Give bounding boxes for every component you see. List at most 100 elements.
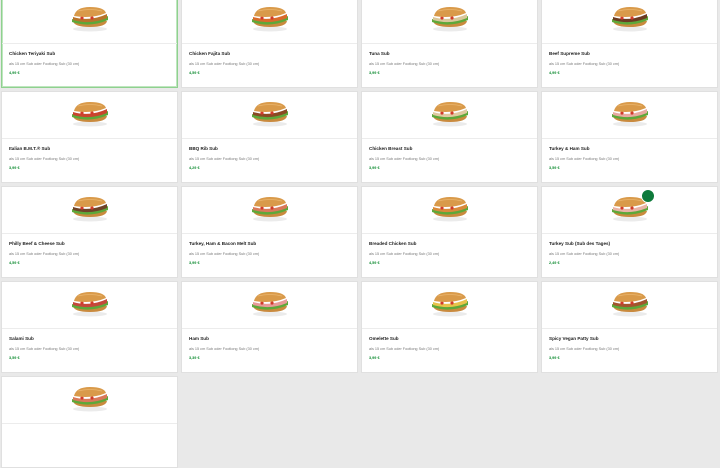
product-grid: Chicken Teriyaki Sub als 15 cm Sub oder F… (0, 0, 720, 468)
sandwich-image (71, 196, 108, 221)
product-image[interactable] (182, 282, 357, 329)
product-card[interactable]: Spicy Vegan Patty Sub als 15 cm Sub oder … (541, 281, 718, 373)
product-info: BBQ Rib Sub als 15 cm Sub oder Footlong S… (182, 139, 357, 171)
product-description: als 15 cm Sub oder Footlong Sub (30 cm) (549, 347, 620, 351)
product-image[interactable] (362, 282, 537, 329)
product-name: Salami Sub (9, 336, 34, 341)
product-info: Chicken Fajita Sub als 15 cm Sub oder Foo… (182, 44, 357, 76)
product-image[interactable] (542, 92, 717, 139)
sandwich-image (71, 291, 108, 316)
product-description: als 15 cm Sub oder Footlong Sub (30 cm) (9, 157, 80, 161)
product-description: als 15 cm Sub oder Footlong Sub (30 cm) (369, 157, 440, 161)
sandwich-image (251, 6, 288, 31)
product-name: Spicy Vegan Patty Sub (549, 336, 599, 341)
product-info: Turkey, Ham & Bacon Melt Sub als 15 cm Su… (182, 234, 357, 266)
product-image[interactable] (2, 92, 177, 139)
product-card[interactable]: Ham Sub als 15 cm Sub oder Footlong Sub (… (181, 281, 358, 373)
product-info: Philly Beef & Cheese Sub als 15 cm Sub od… (2, 234, 177, 266)
product-card[interactable]: Chicken Teriyaki Sub als 15 cm Sub oder F… (1, 0, 178, 88)
product-description: als 15 cm Sub oder Footlong Sub (30 cm) (9, 347, 80, 351)
product-card[interactable]: Beef Supreme Sub als 15 cm Sub oder Footl… (541, 0, 718, 88)
product-info: Turkey & Ham Sub als 15 cm Sub oder Footl… (542, 139, 717, 171)
sandwich-image-wrap (248, 193, 292, 228)
product-card[interactable]: Turkey Sub (Sub des Tages) als 15 cm Sub … (541, 186, 718, 278)
product-card[interactable]: Salami Sub als 15 cm Sub oder Footlong Su… (1, 281, 178, 373)
product-info: Spicy Vegan Patty Sub als 15 cm Sub oder … (542, 329, 717, 361)
product-price: 3,99 € (549, 356, 560, 360)
product-card[interactable] (1, 376, 178, 468)
product-card[interactable]: Italian B.M.T.® Sub als 15 cm Sub oder Fo… (1, 91, 178, 183)
product-price: 3,99 € (9, 166, 20, 170)
sandwich-image-wrap (608, 188, 655, 228)
product-info: Italian B.M.T.® Sub als 15 cm Sub oder Fo… (2, 139, 177, 171)
product-name: Tuna Sub (369, 51, 390, 56)
product-info: Salami Sub als 15 cm Sub oder Footlong Su… (2, 329, 177, 361)
product-card[interactable]: Turkey, Ham & Bacon Melt Sub als 15 cm Su… (181, 186, 358, 278)
sandwich-image (251, 291, 288, 316)
product-description: als 15 cm Sub oder Footlong Sub (30 cm) (189, 157, 260, 161)
sandwich-image-wrap (608, 288, 652, 323)
product-price: 3,39 € (189, 356, 200, 360)
product-image[interactable] (362, 0, 537, 44)
product-image[interactable] (542, 282, 717, 329)
product-info: Tuna Sub als 15 cm Sub oder Footlong Sub … (362, 44, 537, 76)
product-description: als 15 cm Sub oder Footlong Sub (30 cm) (549, 252, 620, 256)
product-price: 4,99 € (549, 71, 560, 75)
product-price: 4,59 € (9, 261, 20, 265)
product-info: Turkey Sub (Sub des Tages) als 15 cm Sub … (542, 234, 717, 266)
sandwich-image-wrap (248, 288, 292, 323)
product-image[interactable] (542, 0, 717, 44)
product-image[interactable] (182, 0, 357, 44)
sandwich-image-wrap (608, 3, 652, 38)
product-card[interactable]: Chicken Breast Sub als 15 cm Sub oder Foo… (361, 91, 538, 183)
product-card[interactable]: Philly Beef & Cheese Sub als 15 cm Sub od… (1, 186, 178, 278)
product-name: Ham Sub (189, 336, 209, 341)
sandwich-image-wrap (68, 288, 112, 323)
sandwich-image (431, 101, 468, 126)
product-image[interactable] (542, 187, 717, 234)
product-image[interactable] (2, 187, 177, 234)
product-price: 3,99 € (189, 261, 200, 265)
sandwich-image (71, 6, 108, 31)
product-info: Omelette Sub als 15 cm Sub oder Footlong … (362, 329, 537, 361)
product-description: als 15 cm Sub oder Footlong Sub (30 cm) (369, 347, 440, 351)
product-card[interactable]: Breaded Chicken Sub als 15 cm Sub oder Fo… (361, 186, 538, 278)
product-card[interactable]: Tuna Sub als 15 cm Sub oder Footlong Sub … (361, 0, 538, 88)
product-card[interactable]: Chicken Fajita Sub als 15 cm Sub oder Foo… (181, 0, 358, 88)
product-image[interactable] (362, 187, 537, 234)
product-description: als 15 cm Sub oder Footlong Sub (30 cm) (189, 252, 260, 256)
product-description: als 15 cm Sub oder Footlong Sub (30 cm) (9, 252, 80, 256)
product-image[interactable] (362, 92, 537, 139)
sandwich-image-wrap (248, 98, 292, 133)
product-info (2, 424, 177, 431)
product-description: als 15 cm Sub oder Footlong Sub (30 cm) (549, 157, 620, 161)
product-info: Beef Supreme Sub als 15 cm Sub oder Footl… (542, 44, 717, 76)
product-description: als 15 cm Sub oder Footlong Sub (30 cm) (189, 347, 260, 351)
product-image[interactable] (182, 187, 357, 234)
product-description: als 15 cm Sub oder Footlong Sub (30 cm) (369, 252, 440, 256)
product-name: Turkey, Ham & Bacon Melt Sub (189, 241, 257, 246)
product-image[interactable] (2, 282, 177, 329)
sandwich-image-wrap (608, 98, 652, 133)
product-image[interactable] (182, 92, 357, 139)
product-price: 3,99 € (369, 166, 380, 170)
sandwich-image-wrap (68, 3, 112, 38)
product-card[interactable]: BBQ Rib Sub als 15 cm Sub oder Footlong S… (181, 91, 358, 183)
product-info: Ham Sub als 15 cm Sub oder Footlong Sub (… (182, 329, 357, 361)
sandwich-image (431, 291, 468, 316)
sandwich-image (611, 101, 648, 126)
sandwich-image-wrap (248, 3, 292, 38)
product-info: Chicken Breast Sub als 15 cm Sub oder Foo… (362, 139, 537, 171)
product-price: 3,99 € (369, 71, 380, 75)
sub-des-tages-badge-icon (640, 188, 655, 203)
sandwich-image-wrap (68, 193, 112, 228)
product-name: BBQ Rib Sub (189, 146, 218, 151)
product-card[interactable]: Omelette Sub als 15 cm Sub oder Footlong … (361, 281, 538, 373)
product-image[interactable] (2, 377, 177, 424)
product-card[interactable]: Turkey & Ham Sub als 15 cm Sub oder Footl… (541, 91, 718, 183)
product-description: als 15 cm Sub oder Footlong Sub (30 cm) (549, 62, 620, 66)
product-image[interactable] (2, 0, 177, 44)
product-price: 3,99 € (369, 356, 380, 360)
product-price: 3,59 € (9, 356, 20, 360)
product-name: Chicken Breast Sub (369, 146, 413, 151)
